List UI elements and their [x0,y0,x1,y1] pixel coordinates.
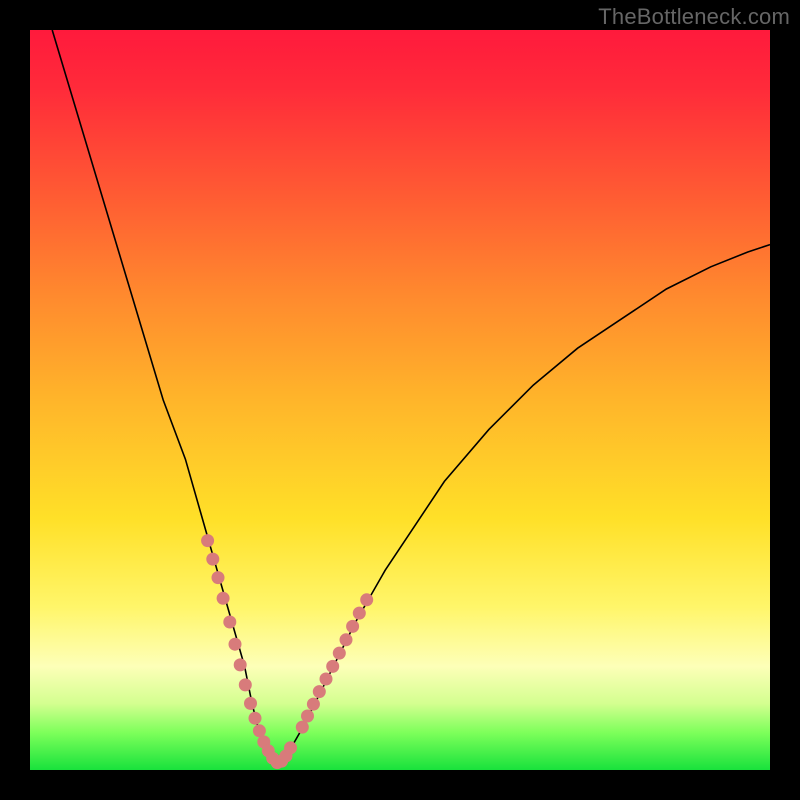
curve-svg [30,30,770,770]
highlight-dot [253,724,266,737]
highlight-dot [353,607,366,620]
highlight-dot [249,712,262,725]
highlight-dot [360,593,373,606]
highlight-dot [340,633,353,646]
highlight-dot [206,553,219,566]
plot-area [30,30,770,770]
highlight-dot [313,685,326,698]
highlight-dot [307,698,320,711]
highlight-dot [284,741,297,754]
highlight-dot [212,571,225,584]
highlight-dot [217,592,230,605]
chart-frame: TheBottleneck.com [0,0,800,800]
highlight-dot [296,721,309,734]
highlight-dot [223,616,236,629]
highlight-dot [234,658,247,671]
highlight-dot [333,647,346,660]
watermark-text: TheBottleneck.com [598,4,790,30]
highlight-dot [320,673,333,686]
highlight-dot [326,660,339,673]
highlight-dots [201,534,373,769]
bottleneck-curve [52,30,770,766]
highlight-dot [244,697,257,710]
highlight-dot [201,534,214,547]
highlight-dot [346,620,359,633]
highlight-dot [229,638,242,651]
highlight-dot [239,678,252,691]
highlight-dot [301,710,314,723]
